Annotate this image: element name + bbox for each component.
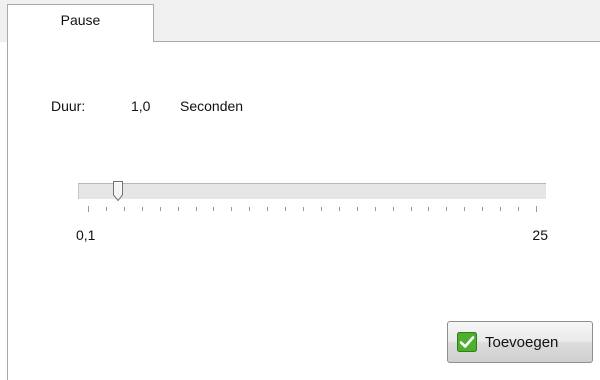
add-button-label: Toevoegen (485, 333, 559, 351)
check-icon (457, 332, 477, 352)
slider-track[interactable] (78, 183, 546, 199)
slider-tick (303, 207, 305, 211)
duration-label: Duur: (51, 98, 86, 114)
slider-tick (231, 207, 233, 211)
slider-tick (500, 207, 502, 211)
slider-tick (392, 207, 394, 211)
slider-tick (446, 207, 448, 211)
slider-thumb[interactable] (112, 180, 124, 202)
slider-tick (410, 207, 412, 211)
slider-tick (518, 207, 520, 211)
slider-thumb-icon (113, 181, 124, 202)
slider-tick (141, 207, 143, 211)
slider-ticks (78, 206, 546, 213)
tab-label: Pause (60, 12, 101, 28)
slider-tick (536, 206, 537, 212)
slider-tick (177, 207, 179, 211)
slider-tick (123, 207, 125, 211)
slider-tick (464, 207, 466, 211)
slider-tick (285, 207, 287, 211)
slider-tick (428, 207, 430, 211)
slider-tick (267, 207, 269, 211)
slider-tick (105, 207, 107, 211)
slider-tick (482, 207, 484, 211)
duration-unit: Seconden (180, 98, 244, 114)
tab-pause[interactable]: Pause (7, 4, 154, 42)
slider-tick (249, 207, 251, 211)
duration-value: 1,0 (131, 98, 151, 114)
slider-tick (88, 206, 89, 212)
duration-slider[interactable]: 0,1 25 (76, 180, 548, 243)
slider-max-label: 25 (532, 227, 548, 243)
slider-tick (213, 207, 215, 211)
tab-strip: Pause (0, 0, 600, 42)
slider-tick (374, 207, 376, 211)
add-button[interactable]: Toevoegen (447, 321, 593, 363)
slider-tick (320, 207, 322, 211)
slider-tick (159, 207, 161, 211)
slider-min-label: 0,1 (76, 227, 96, 243)
slider-tick (356, 207, 358, 211)
slider-tick (195, 207, 197, 211)
slider-tick (338, 207, 340, 211)
